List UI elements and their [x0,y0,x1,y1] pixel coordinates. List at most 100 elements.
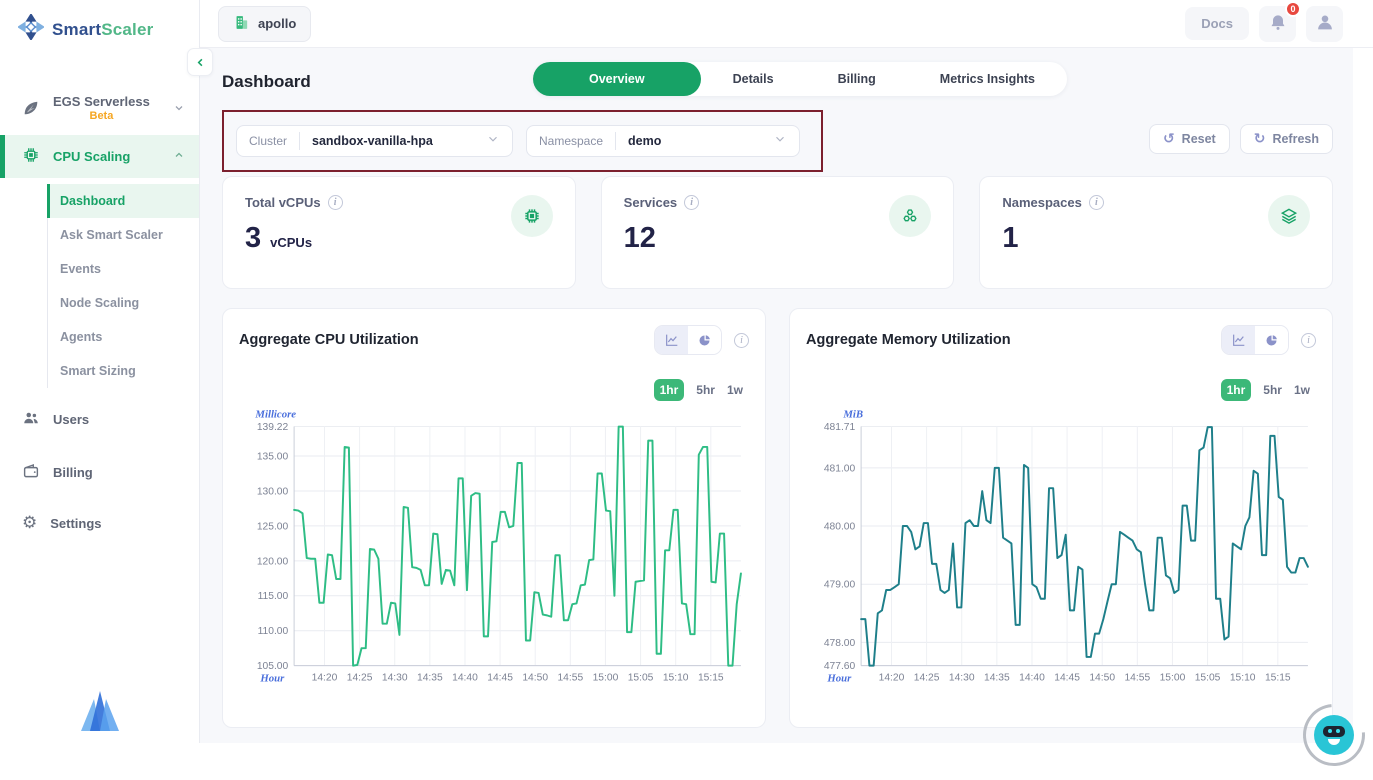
notifications-button[interactable]: 0 [1259,6,1296,42]
main-area: apollo Docs 0 [200,0,1373,780]
chart-type-toggle [1221,325,1289,355]
info-icon[interactable]: i [1301,333,1316,348]
building-icon [233,14,250,34]
pie-chart-icon[interactable] [688,326,721,354]
svg-text:14:35: 14:35 [984,672,1010,683]
brand-name: SmartScaler [52,20,153,40]
sidebar-item-cpu-scaling[interactable]: CPU Scaling [0,135,199,178]
svg-text:115.00: 115.00 [258,591,289,602]
sidebar-item-settings[interactable]: ⚙ Settings [0,504,199,543]
svg-text:15:15: 15:15 [1265,672,1291,683]
svg-text:110.00: 110.00 [258,626,289,637]
stat-label: Services [624,195,678,210]
tab-metrics-insights[interactable]: Metrics Insights [908,62,1067,96]
svg-text:479.00: 479.00 [824,580,856,591]
memory-utilization-chart-card: Aggregate Memory Utilization [789,308,1333,728]
sidebar-item-billing[interactable]: Billing [0,451,199,494]
info-icon[interactable]: i [734,333,749,348]
range-1hr[interactable]: 1hr [654,379,685,401]
brand[interactable]: SmartScaler [0,0,199,55]
svg-text:477.60: 477.60 [824,661,856,672]
svg-text:15:05: 15:05 [628,672,654,683]
docs-button[interactable]: Docs [1185,7,1249,40]
svg-text:481.00: 481.00 [824,463,856,474]
svg-text:14:25: 14:25 [914,672,940,683]
namespace-select-value: demo [616,134,673,148]
org-selector-button[interactable]: apollo [218,6,311,42]
memory-utilization-chart[interactable]: 481.71481.00480.00479.00478.00477.6014:2… [806,405,1316,697]
org-name: apollo [258,16,296,31]
page-tabs: Overview Details Billing Metrics Insight… [533,62,1067,96]
svg-text:14:45: 14:45 [487,672,513,683]
range-1w[interactable]: 1w [727,383,743,397]
sidebar-nav: EGS Serverless Beta CPU Scaling [0,83,199,543]
chatbot-launcher[interactable] [1303,704,1365,766]
beta-badge: Beta [53,110,150,124]
topbar-actions: Docs 0 [1185,6,1343,42]
svg-text:Hour: Hour [826,672,852,684]
filter-actions: ↺ Reset ↻ Refresh [1149,124,1333,154]
svg-text:15:00: 15:00 [593,672,619,683]
svg-text:Hour: Hour [259,672,285,684]
app-root: SmartScaler EGS Serverless Beta [0,0,1373,780]
time-range-selector: 1hr 5hr 1w [806,379,1310,401]
range-5hr[interactable]: 5hr [696,383,715,397]
tab-billing[interactable]: Billing [806,62,908,96]
svg-text:14:30: 14:30 [949,672,975,683]
cluster-select[interactable]: Cluster sandbox-vanilla-hpa [236,125,513,157]
sidebar-item-dashboard[interactable]: Dashboard [48,184,199,218]
cpu-utilization-chart[interactable]: 139.22135.00130.00125.00120.00115.00110.… [239,405,749,697]
namespace-select-label: Namespace [539,134,615,148]
sidebar-item-egs-serverless[interactable]: EGS Serverless Beta [0,83,199,135]
line-chart-icon[interactable] [1222,326,1255,354]
sidebar-item-users[interactable]: Users [0,398,199,441]
svg-text:14:50: 14:50 [522,672,548,683]
svg-text:15:05: 15:05 [1195,672,1221,683]
robot-icon [1314,715,1354,755]
sidebar-collapse-button[interactable] [187,48,213,76]
svg-text:130.00: 130.00 [257,486,289,497]
sidebar-item-events[interactable]: Events [48,252,199,286]
stat-label: Total vCPUs [245,195,321,210]
svg-text:478.00: 478.00 [824,638,856,649]
sidebar-item-smart-sizing[interactable]: Smart Sizing [48,354,199,388]
range-1w[interactable]: 1w [1294,383,1310,397]
sidebar-item-ask-smart-scaler[interactable]: Ask Smart Scaler [48,218,199,252]
info-icon[interactable]: i [684,195,699,210]
svg-text:14:40: 14:40 [1019,672,1045,683]
wallet-icon [22,462,40,483]
leaf-bolt-icon [22,99,40,120]
namespace-select[interactable]: Namespace demo [526,125,800,157]
stat-label: Namespaces [1002,195,1082,210]
chart-title: Aggregate Memory Utilization [806,332,1011,348]
sidebar-item-label: Billing [53,465,93,480]
annotation-highlight-box: Cluster sandbox-vanilla-hpa Namespace de… [222,110,823,172]
sidebar-item-label: Users [53,412,89,427]
sidebar-item-agents[interactable]: Agents [48,320,199,354]
smartscaler-arrows-icon [18,14,44,45]
svg-text:14:45: 14:45 [1054,672,1080,683]
sidebar-item-node-scaling[interactable]: Node Scaling [48,286,199,320]
range-1hr[interactable]: 1hr [1221,379,1252,401]
info-icon[interactable]: i [328,195,343,210]
svg-text:15:10: 15:10 [663,672,689,683]
pie-chart-icon[interactable] [1255,326,1288,354]
chevron-down-icon [773,132,787,151]
stat-card-services: Services i 12 [601,176,955,289]
svg-text:14:50: 14:50 [1089,672,1115,683]
reset-button[interactable]: ↺ Reset [1149,124,1230,154]
filter-row: Cluster sandbox-vanilla-hpa Namespace de… [222,110,1345,172]
charts-row: Aggregate CPU Utilization [222,308,1333,728]
gear-icon: ⚙ [22,515,37,532]
svg-text:14:30: 14:30 [382,672,408,683]
profile-button[interactable] [1306,6,1343,42]
svg-text:14:20: 14:20 [312,672,338,683]
svg-text:14:20: 14:20 [879,672,905,683]
tab-details[interactable]: Details [701,62,806,96]
refresh-button[interactable]: ↻ Refresh [1240,124,1333,154]
tab-overview[interactable]: Overview [533,62,701,96]
range-5hr[interactable]: 5hr [1263,383,1282,397]
line-chart-icon[interactable] [655,326,688,354]
user-avatar-icon [1314,11,1336,36]
info-icon[interactable]: i [1089,195,1104,210]
